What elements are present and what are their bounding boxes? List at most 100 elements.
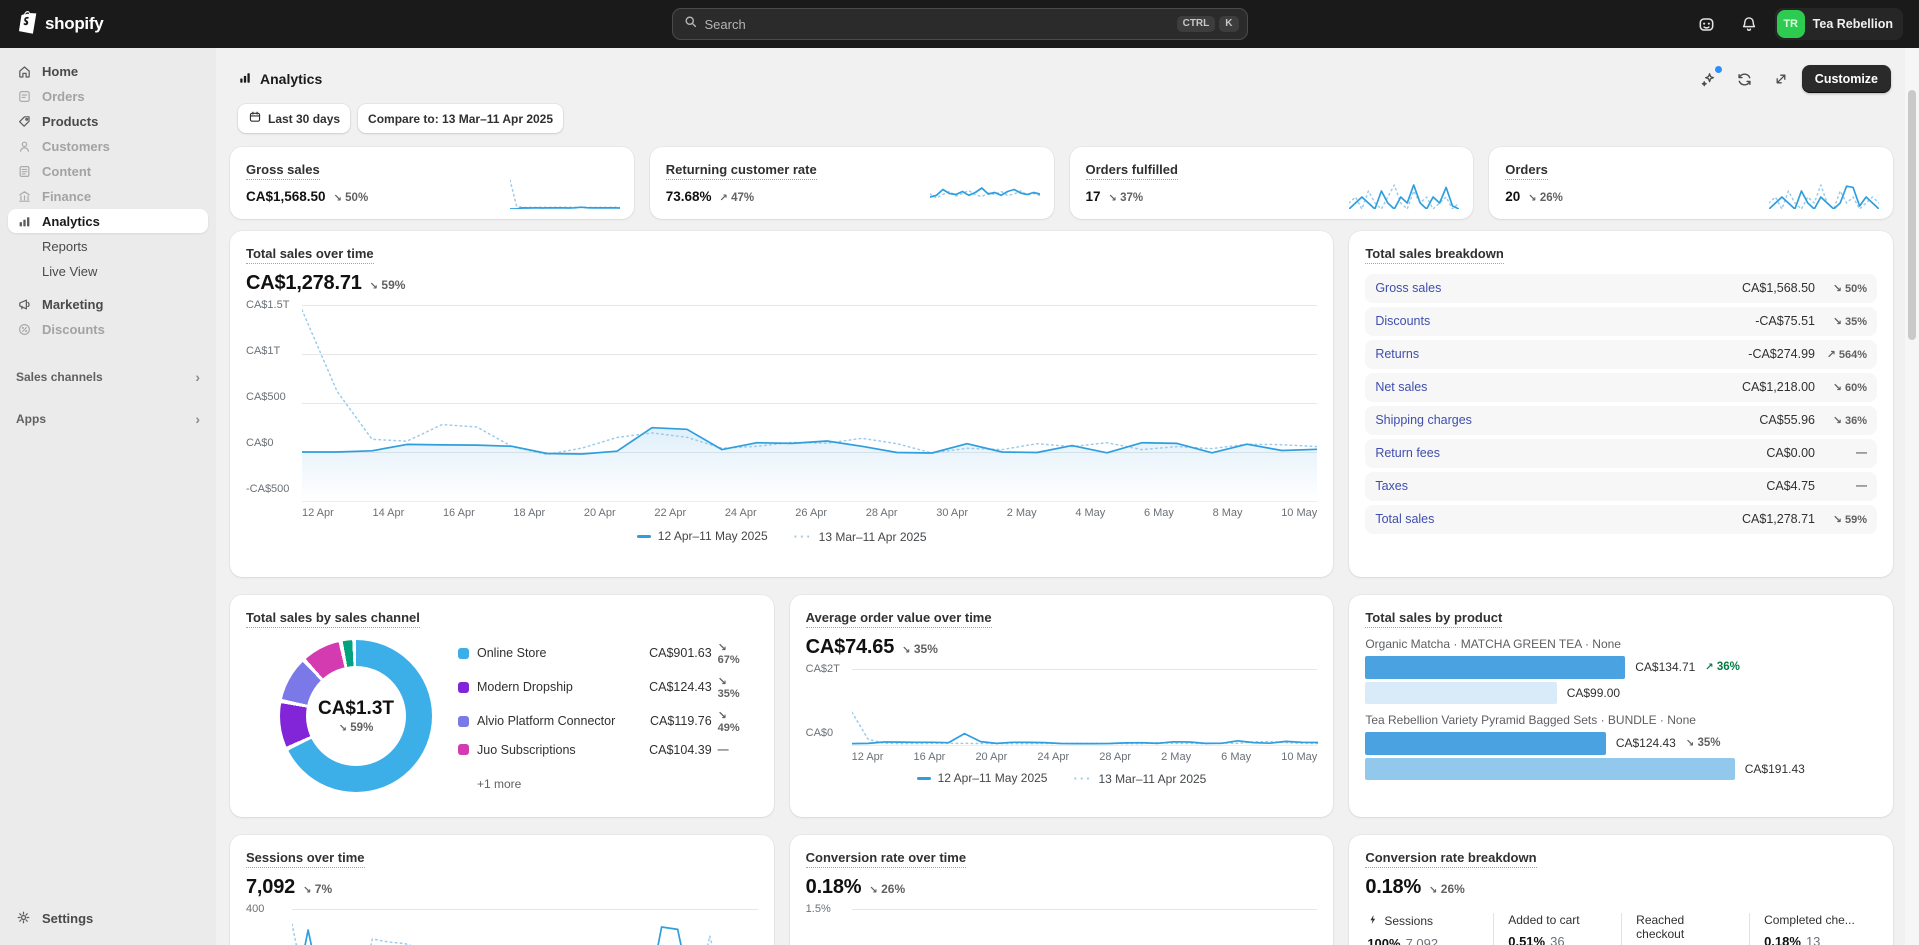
sidebar-item-finance[interactable]: Finance (8, 184, 208, 208)
card-title-total-sales[interactable]: Total sales over time (246, 246, 374, 264)
kpi-sparkline (930, 179, 1040, 209)
product-bar-current[interactable] (1365, 656, 1625, 679)
more-channels-link[interactable]: +1 more (477, 777, 752, 791)
chevron-right-icon: › (195, 411, 200, 427)
sidebar-item-orders[interactable]: Orders (8, 84, 208, 108)
conversion-breakdown-card: Conversion rate breakdown 0.18% ↘ 26% Se… (1349, 835, 1893, 945)
sidebar-item-live-view[interactable]: Live View (8, 259, 208, 283)
card-title-products[interactable]: Total sales by product (1365, 610, 1502, 628)
product-bar-previous[interactable] (1365, 758, 1734, 780)
product-bar-previous[interactable] (1365, 682, 1556, 704)
card-title-breakdown[interactable]: Total sales breakdown (1365, 246, 1503, 264)
sidebar-item-settings[interactable]: Settings (8, 905, 208, 931)
product-row: Organic Matcha · MATCHA GREEN TEA · None… (1365, 637, 1877, 704)
total-sales-delta: ↘ 59% (370, 278, 406, 292)
sidebar-item-discounts[interactable]: Discounts (8, 317, 208, 341)
x-axis-label: 8 May (1213, 507, 1243, 519)
product-bar-current[interactable] (1365, 732, 1605, 755)
sidebar-item-marketing[interactable]: Marketing (8, 292, 208, 316)
sidebar-item-label: Discounts (42, 322, 105, 337)
breakdown-row-return-fees: Return feesCA$0.00— (1365, 439, 1877, 468)
x-axis-label: 10 May (1281, 507, 1317, 519)
sidekick-icon[interactable] (1691, 8, 1723, 40)
sidebar-section-sales-channels[interactable]: Sales channels› (16, 365, 200, 389)
channel-value: CA$901.63 (649, 646, 712, 660)
sales-by-product-card: Total sales by product Organic Matcha · … (1349, 595, 1893, 817)
kpi-title[interactable]: Returning customer rate (666, 162, 817, 180)
x-axis-label: 24 Apr (1037, 751, 1069, 763)
x-axis-label: 2 May (1007, 507, 1037, 519)
kpi-delta: ↗ 47% (720, 192, 755, 204)
breakdown-metric-link[interactable]: Return fees (1375, 446, 1766, 460)
breakdown-metric-link[interactable]: Returns (1375, 347, 1748, 361)
breakdown-metric-link[interactable]: Total sales (1375, 512, 1742, 526)
x-axis-label: 28 Apr (1099, 751, 1131, 763)
sidebar-section-apps[interactable]: Apps› (16, 407, 200, 431)
content-icon (16, 163, 32, 179)
x-axis-label: 30 Apr (936, 507, 968, 519)
sessions-chart[interactable] (292, 909, 758, 945)
card-title-conversion[interactable]: Conversion rate over time (806, 850, 966, 868)
x-axis-labels: 12 Apr16 Apr20 Apr24 Apr28 Apr2 May6 May… (852, 751, 1318, 763)
x-axis-label: 16 Apr (443, 507, 475, 519)
breakdown-value: -CA$75.51 (1755, 314, 1815, 328)
refresh-icon[interactable] (1730, 65, 1760, 93)
sidebar-item-content[interactable]: Content (8, 159, 208, 183)
legend-swatch (458, 682, 469, 693)
magic-insights-icon[interactable] (1694, 65, 1724, 93)
sidebar-item-label: Products (42, 114, 98, 129)
donut-chart[interactable]: CA$1.3T ↘ 59% (280, 640, 432, 792)
conversion-chart[interactable] (852, 909, 1318, 945)
conversion-rate-card: Conversion rate over time 0.18% ↘ 26% 1.… (790, 835, 1334, 945)
kpi-title[interactable]: Orders (1505, 162, 1548, 180)
kpi-title[interactable]: Orders fulfilled (1086, 162, 1178, 180)
marketing-icon (16, 296, 32, 312)
customize-button[interactable]: Customize (1802, 65, 1891, 93)
channel-name: Alvio Platform Connector (477, 714, 650, 728)
search-shortcut: CTRL K (1177, 16, 1239, 32)
funnel-step-label: Sessions (1384, 914, 1433, 928)
breakdown-value: CA$4.75 (1766, 479, 1815, 493)
card-title-conv-breakdown[interactable]: Conversion rate breakdown (1365, 850, 1536, 868)
fullscreen-expand-icon[interactable] (1766, 65, 1796, 93)
breakdown-row-net-sales: Net salesCA$1,218.00↘ 60% (1365, 373, 1877, 402)
card-title-sessions[interactable]: Sessions over time (246, 850, 365, 868)
x-axis-label: 22 Apr (654, 507, 686, 519)
total-sales-chart[interactable] (302, 305, 1317, 501)
funnel-step-pct: 0.51% (1508, 934, 1545, 945)
kpi-title[interactable]: Gross sales (246, 162, 320, 180)
card-title-aov[interactable]: Average order value over time (806, 610, 992, 628)
x-axis-label: 10 May (1281, 751, 1317, 763)
breakdown-metric-link[interactable]: Taxes (1375, 479, 1766, 493)
scrollbar-thumb[interactable] (1908, 90, 1916, 340)
breakdown-metric-link[interactable]: Shipping charges (1375, 413, 1759, 427)
sidebar-item-label: Analytics (42, 214, 100, 229)
sidebar-item-home[interactable]: Home (8, 59, 208, 83)
channel-delta: ↘ 49% (718, 709, 752, 734)
notifications-bell-icon[interactable] (1733, 8, 1765, 40)
aov-chart[interactable] (852, 669, 1318, 745)
search-input[interactable]: Search CTRL K (672, 8, 1248, 40)
chart-legend: 12 Apr–11 May 2025 ···13 Mar–11 Apr 2025 (806, 771, 1318, 786)
kpi-card-returning-customer-rate: Returning customer rate73.68%↗ 47% (650, 147, 1054, 219)
breakdown-metric-link[interactable]: Gross sales (1375, 281, 1742, 295)
kpi-card-gross-sales: Gross salesCA$1,568.50↘ 50% (230, 147, 634, 219)
sidebar-item-label: Live View (42, 264, 97, 279)
breakdown-metric-link[interactable]: Discounts (1375, 314, 1755, 328)
shopify-logo[interactable]: shopify (16, 10, 103, 39)
sidebar-item-products[interactable]: Products (8, 109, 208, 133)
sidebar-item-analytics[interactable]: Analytics (8, 209, 208, 233)
compare-to-button[interactable]: Compare to: 13 Mar–11 Apr 2025 (358, 104, 563, 133)
sidebar-item-reports[interactable]: Reports (8, 234, 208, 258)
search-icon (683, 14, 698, 34)
breakdown-metric-link[interactable]: Net sales (1375, 380, 1742, 394)
breakdown-delta: ↘ 50% (1815, 282, 1867, 295)
sidebar-item-customers[interactable]: Customers (8, 134, 208, 158)
card-title-channels[interactable]: Total sales by sales channel (246, 610, 420, 628)
x-axis-label: 14 Apr (372, 507, 404, 519)
funnel-step-label: Added to cart (1508, 913, 1579, 927)
account-menu[interactable]: TR Tea Rebellion (1775, 8, 1903, 40)
date-range-button[interactable]: Last 30 days (238, 104, 350, 133)
breakdown-row-discounts: Discounts-CA$75.51↘ 35% (1365, 307, 1877, 336)
channel-delta: — (718, 744, 752, 756)
